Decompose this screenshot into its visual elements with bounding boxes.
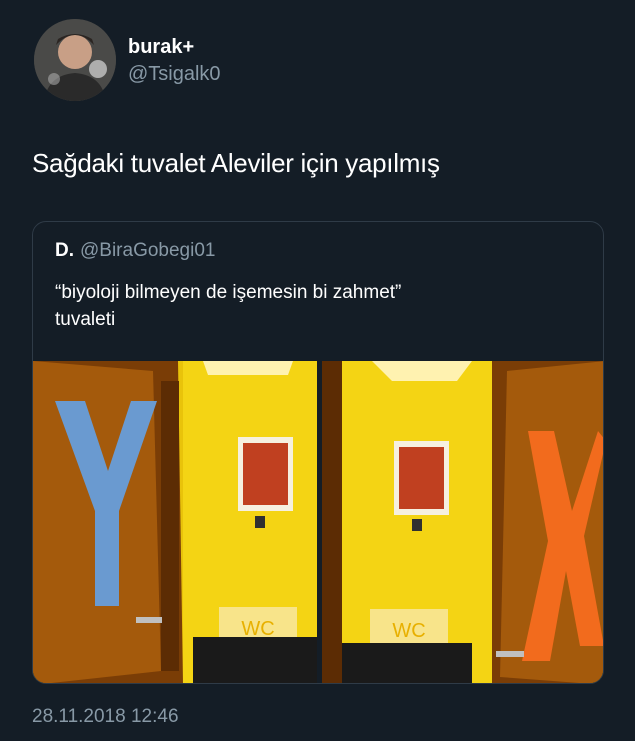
quoted-tweet-text: “biyoloji bilmeyen de işemesin bi zahmet… (55, 279, 575, 333)
quoted-tweet-media[interactable]: WC WC (33, 361, 603, 683)
author-name[interactable]: burak+ (128, 36, 194, 59)
wc-sign-left: WC (241, 618, 274, 640)
quoted-tweet-text-line2: tuvaleti (55, 309, 116, 330)
tweet-timestamp[interactable]: 28.11.2018 12:46 (32, 706, 179, 728)
quoted-tweet-card[interactable]: D. @BiraGobegi01 “biyoloji bilmeyen de iş… (32, 221, 604, 684)
wc-sign-right: WC (392, 620, 425, 642)
profile-photo-icon (34, 19, 116, 101)
avatar[interactable] (34, 19, 116, 101)
photo-x-door[interactable]: WC (321, 361, 603, 683)
quoted-author-name: D. (55, 240, 74, 261)
quoted-author-handle: @BiraGobegi01 (80, 240, 216, 261)
tweet-container: burak+ @Tsigalk0 Sağdaki tuvalet Alevile… (0, 0, 635, 741)
tweet-text: Sağdaki tuvalet Aleviler için yapılmış (32, 148, 440, 178)
author-handle[interactable]: @Tsigalk0 (128, 63, 221, 86)
quoted-tweet-header: D. @BiraGobegi01 (55, 240, 215, 262)
photo-y-door[interactable]: WC (33, 361, 317, 683)
restroom-y-photo-icon: WC (33, 361, 317, 683)
quoted-tweet-text-line1: “biyoloji bilmeyen de işemesin bi zahmet… (55, 282, 402, 303)
restroom-x-photo-icon: WC (321, 361, 603, 683)
